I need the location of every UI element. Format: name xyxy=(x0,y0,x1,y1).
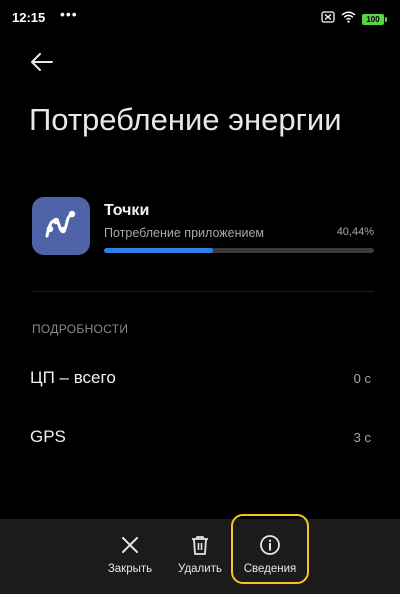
detail-value: 3 с xyxy=(353,430,371,445)
delete-button-label: Удалить xyxy=(178,563,222,575)
app-icon xyxy=(32,197,90,255)
status-more-dots: ••• xyxy=(60,6,78,22)
detail-value: 0 с xyxy=(353,371,371,386)
divider xyxy=(32,291,374,292)
battery-icon: 100 xyxy=(362,13,387,25)
page-title: Потребление энергии xyxy=(29,102,342,137)
app-usage-label: Потребление приложением xyxy=(104,226,264,240)
status-time: 12:15 xyxy=(12,10,46,25)
app-name: Точки xyxy=(104,202,150,219)
usage-progress-fill xyxy=(104,248,214,253)
trash-icon xyxy=(189,534,211,556)
back-button[interactable] xyxy=(28,48,60,76)
status-icons: 100 xyxy=(321,10,387,28)
wifi-icon xyxy=(341,10,356,28)
close-button[interactable]: Закрыть xyxy=(100,519,160,594)
detail-label: ЦП – всего xyxy=(30,368,116,387)
detail-label: GPS xyxy=(30,427,66,446)
usage-progress-bar xyxy=(104,248,374,253)
detail-row-cpu: ЦП – всего 0 с xyxy=(0,350,400,406)
app-usage-percent: 40,44% xyxy=(336,226,374,238)
close-icon xyxy=(119,534,141,556)
arrow-left-icon xyxy=(28,53,56,80)
delete-button[interactable]: Удалить xyxy=(170,519,230,594)
status-bar: 12:15 ••• 100 xyxy=(0,0,400,36)
detail-row-gps: GPS 3 с xyxy=(0,409,400,465)
close-button-label: Закрыть xyxy=(107,563,153,575)
bottom-action-bar: Закрыть Удалить Сведения xyxy=(0,519,400,594)
section-title-details: ПОДРОБНОСТИ xyxy=(32,322,129,336)
notifications-off-icon xyxy=(321,10,335,28)
route-points-icon xyxy=(42,205,80,248)
info-button-label: Сведения xyxy=(243,563,297,575)
app-usage-row: Точки Потребление приложением 40,44% xyxy=(32,197,374,259)
info-button[interactable]: Сведения xyxy=(235,519,305,594)
info-icon xyxy=(259,534,281,556)
